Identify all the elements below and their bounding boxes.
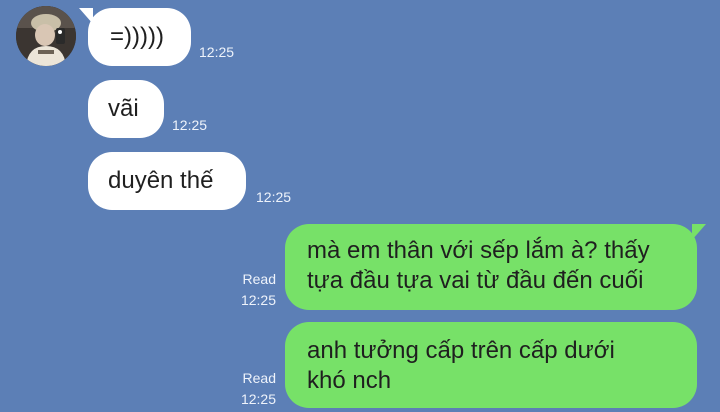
- message-time: 12:25: [199, 44, 235, 60]
- message-bubble-incoming[interactable]: duyên thế: [88, 152, 246, 210]
- message-text: =))))): [110, 23, 164, 50]
- bubble-tail: [79, 8, 93, 24]
- chat-thread: =))))) 12:25 vãi 12:25 duyên thế 12:25 R…: [0, 0, 720, 412]
- message-text-line: khó nch: [307, 367, 392, 394]
- message-bubble-outgoing[interactable]: anh tưởng cấp trên cấp dưới khó nch: [285, 322, 697, 408]
- avatar-photo-icon: [16, 6, 76, 66]
- message-text: duyên thế: [108, 167, 214, 194]
- message-time: 12:25: [240, 292, 276, 308]
- message-bubble-incoming[interactable]: vãi: [88, 80, 164, 138]
- message-text-line: anh tưởng cấp trên cấp dưới: [307, 337, 615, 364]
- message-bubble-outgoing[interactable]: mà em thân với sếp lắm à? thấy tựa đầu t…: [285, 224, 706, 310]
- bubble-tail: [692, 224, 706, 240]
- message-time: 12:25: [240, 391, 276, 407]
- read-status: Read: [242, 271, 276, 287]
- read-status: Read: [242, 370, 276, 386]
- message-text: vãi: [108, 95, 139, 122]
- message-bubble-incoming[interactable]: =))))): [79, 8, 191, 66]
- message-time: 12:25: [256, 189, 292, 205]
- message-text-line: mà em thân với sếp lắm à? thấy: [307, 237, 650, 264]
- message-text-line: tựa đầu tựa vai từ đầu đến cuối: [307, 267, 644, 294]
- message-time: 12:25: [172, 117, 208, 133]
- contact-avatar[interactable]: [16, 6, 76, 66]
